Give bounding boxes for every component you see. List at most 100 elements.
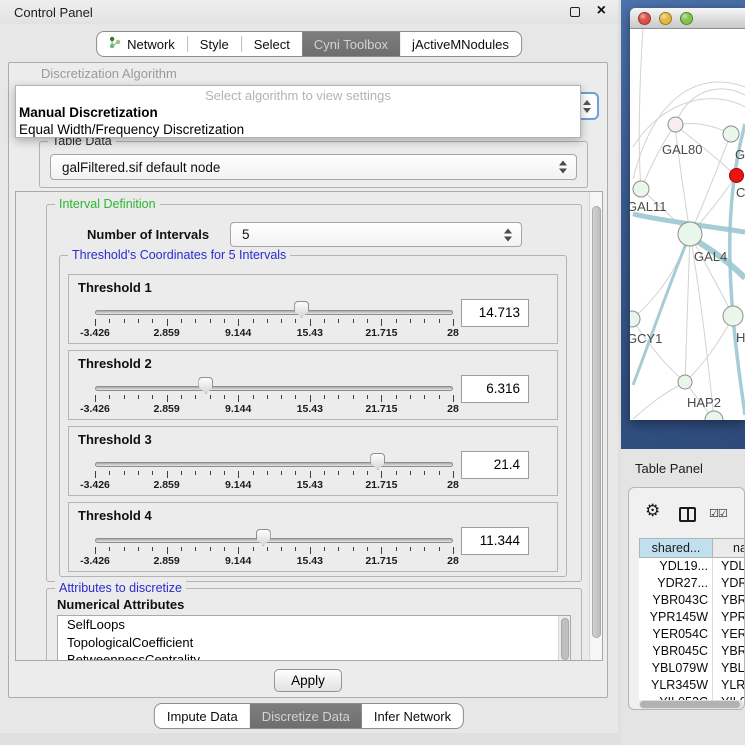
- slider-track[interactable]: [95, 386, 453, 391]
- panel-scrollbar-thumb[interactable]: [592, 206, 601, 638]
- table-row[interactable]: YDL19...YDL1: [639, 558, 745, 575]
- number-of-intervals-combobox[interactable]: 5: [230, 222, 522, 247]
- slider-thumb[interactable]: [294, 301, 309, 318]
- threshold-value-field[interactable]: 14.713: [461, 299, 529, 327]
- table-panel-title: Table Panel: [635, 461, 703, 476]
- threshold-value-field[interactable]: 6.316: [461, 375, 529, 403]
- cell-name[interactable]: YBL0: [713, 660, 745, 677]
- network-edge[interactable]: [633, 382, 685, 419]
- tab-cyni-toolbox[interactable]: Cyni Toolbox: [302, 32, 400, 56]
- network-node[interactable]: [730, 169, 744, 183]
- control-panel-titlebar: Control Panel ×: [0, 0, 618, 24]
- table-data-combobox[interactable]: galFiltered.sif default node: [50, 154, 577, 180]
- attributes-group-title: Attributes to discretize: [55, 581, 186, 595]
- table-row[interactable]: YBL079WYBL0: [639, 660, 745, 677]
- select-columns-icon[interactable]: ☑☑: [709, 507, 727, 520]
- network-canvas[interactable]: GAL80G.CGAL11GAL4GCY1HHAP2: [630, 29, 745, 420]
- network-edge[interactable]: [675, 89, 745, 125]
- tab-select[interactable]: Select: [242, 32, 302, 56]
- cell-shared-name[interactable]: YER054C: [639, 626, 713, 643]
- tick-label: 15.43: [297, 403, 323, 415]
- cell-shared-name[interactable]: YDR27...: [639, 575, 713, 592]
- network-node[interactable]: [723, 126, 739, 142]
- cell-shared-name[interactable]: YPR145W: [639, 609, 713, 626]
- tick-label: 2.859: [153, 403, 179, 415]
- cell-name[interactable]: YPR1: [713, 609, 745, 626]
- cell-name[interactable]: YDL1: [713, 558, 745, 575]
- close-traffic-light-icon[interactable]: [638, 12, 651, 25]
- column-header-shared-name[interactable]: shared...: [639, 538, 713, 558]
- cell-shared-name[interactable]: YDL19...: [639, 558, 713, 575]
- cell-shared-name[interactable]: YLR345W: [639, 677, 713, 694]
- network-node[interactable]: [678, 222, 702, 246]
- table-row[interactable]: YPR145WYPR1: [639, 609, 745, 626]
- slider-thumb[interactable]: [370, 453, 385, 470]
- column-header-name[interactable]: na: [713, 538, 745, 558]
- cell-name[interactable]: YER0: [713, 626, 745, 643]
- slider-track[interactable]: [95, 462, 453, 467]
- list-scrollbar[interactable]: [558, 616, 570, 661]
- network-edge[interactable]: [633, 234, 690, 385]
- table-row[interactable]: YLR345WYLR3: [639, 677, 745, 694]
- numerical-attributes-list[interactable]: SelfLoopsTopologicalCoefficientBetweenne…: [57, 615, 571, 661]
- close-icon[interactable]: ×: [597, 2, 606, 20]
- attribute-list-item[interactable]: TopologicalCoefficient: [58, 634, 570, 652]
- cell-shared-name[interactable]: YBR045C: [639, 643, 713, 660]
- tab-jactivemnodules[interactable]: jActiveMNodules: [400, 32, 521, 56]
- tab-label: Select: [254, 37, 290, 52]
- network-node[interactable]: [633, 181, 649, 197]
- dropdown-option-equal-width-frequency[interactable]: Equal Width/Frequency Discretization: [19, 122, 244, 137]
- panel-scrollbar[interactable]: [589, 192, 602, 660]
- tick-label: 28: [447, 403, 459, 415]
- tab-infer-network[interactable]: Infer Network: [362, 704, 463, 728]
- table-row[interactable]: YDR27...YDR2: [639, 575, 745, 592]
- slider-track[interactable]: [95, 538, 453, 543]
- network-node[interactable]: [678, 375, 692, 389]
- network-node[interactable]: [668, 117, 683, 132]
- tick-label: 15.43: [297, 555, 323, 567]
- tick-label: 21.715: [365, 403, 397, 415]
- table-row[interactable]: YER054CYER0: [639, 626, 745, 643]
- network-window-titlebar[interactable]: [630, 8, 745, 29]
- tab-discretize-data[interactable]: Discretize Data: [250, 704, 362, 728]
- split-columns-icon[interactable]: [679, 507, 696, 522]
- minimize-traffic-light-icon[interactable]: [659, 12, 672, 25]
- network-node[interactable]: [723, 306, 743, 326]
- apply-button[interactable]: Apply: [274, 669, 342, 692]
- slider-thumb[interactable]: [256, 529, 271, 546]
- tab-style[interactable]: Style: [188, 32, 241, 56]
- slider-track[interactable]: [95, 310, 453, 315]
- tab-impute-data[interactable]: Impute Data: [155, 704, 250, 728]
- float-window-icon[interactable]: [570, 7, 580, 17]
- cell-name[interactable]: YBR0: [713, 643, 745, 660]
- tab-network[interactable]: Network: [97, 32, 187, 56]
- network-edge[interactable]: [641, 125, 675, 189]
- tick-label: 21.715: [365, 327, 397, 339]
- table-horizontal-scrollbar[interactable]: [639, 700, 743, 709]
- cell-name[interactable]: YBR0: [713, 592, 745, 609]
- slider-thumb[interactable]: [198, 377, 213, 394]
- network-edge[interactable]: [639, 29, 643, 189]
- control-panel-title: Control Panel: [14, 5, 93, 20]
- gear-icon[interactable]: ⚙: [645, 503, 660, 520]
- network-edge[interactable]: [632, 319, 685, 382]
- dropdown-option-manual-discretization[interactable]: Manual Discretization: [19, 105, 158, 120]
- table-row[interactable]: YBR045CYBR0: [639, 643, 745, 660]
- cell-name[interactable]: YDR2: [713, 575, 745, 592]
- threshold-value-field[interactable]: 11.344: [461, 527, 529, 555]
- attribute-list-item[interactable]: BetweennessCentrality: [58, 651, 570, 661]
- table-row[interactable]: YBR043CYBR0: [639, 592, 745, 609]
- zoom-traffic-light-icon[interactable]: [680, 12, 693, 25]
- cell-shared-name[interactable]: YBR043C: [639, 592, 713, 609]
- slider-tick-labels: -3.4262.8599.14415.4321.71528: [95, 327, 453, 339]
- cell-shared-name[interactable]: YBL079W: [639, 660, 713, 677]
- cell-name[interactable]: YLR3: [713, 677, 745, 694]
- tick-label: -3.426: [80, 327, 110, 339]
- tick-label: 21.715: [365, 555, 397, 567]
- list-scrollbar-thumb[interactable]: [561, 618, 569, 660]
- table-data-group: Table Data galFiltered.sif default node: [39, 141, 588, 188]
- network-edge[interactable]: [685, 234, 690, 382]
- table-scrollbar-thumb[interactable]: [640, 701, 740, 708]
- attribute-list-item[interactable]: SelfLoops: [58, 616, 570, 634]
- threshold-value-field[interactable]: 21.4: [461, 451, 529, 479]
